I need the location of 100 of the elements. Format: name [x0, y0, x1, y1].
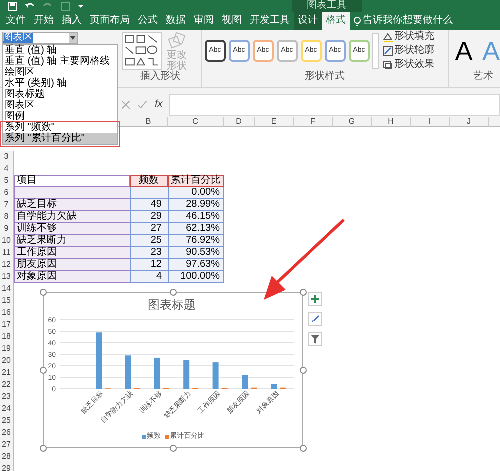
row-header[interactable]: 23 [2, 393, 11, 401]
shapes-gallery-drawing[interactable] [122, 32, 162, 70]
column-header[interactable]: G [348, 118, 356, 126]
chart-styles-button[interactable] [308, 312, 322, 326]
dropdown-icon[interactable] [78, 4, 84, 8]
dropdown-item[interactable]: 图例 [3, 111, 117, 122]
save-icon[interactable] [8, 2, 17, 10]
ribbon-tab[interactable]: 数据 [162, 12, 190, 30]
row-header[interactable]: 25 [2, 417, 11, 425]
column-heading: 项目 [14, 175, 130, 187]
row-header[interactable]: 9 [4, 225, 9, 233]
row-header[interactable]: 27 [2, 441, 11, 449]
insert-function-button[interactable]: fx [155, 97, 163, 112]
bar[interactable] [184, 360, 190, 389]
formula-input[interactable] [168, 94, 500, 116]
row-header[interactable]: 17 [2, 321, 11, 329]
column-header[interactable]: H [388, 118, 394, 126]
row-header[interactable]: 20 [2, 357, 11, 365]
dropdown-item[interactable]: 图表区 [3, 100, 117, 111]
column-header[interactable]: B [146, 118, 152, 126]
row-header[interactable]: 8 [4, 213, 9, 221]
row-header[interactable]: 28 [2, 453, 11, 461]
table-cell: 62.13% [168, 223, 224, 235]
dropdown-item[interactable]: 水平 (类别) 轴 [3, 78, 117, 89]
ribbon-tab[interactable]: 开始 [30, 12, 58, 30]
row-header[interactable]: 14 [2, 285, 11, 293]
row-header[interactable]: 15 [2, 297, 11, 305]
cancel-icon[interactable] [122, 100, 130, 108]
column-header[interactable]: F [310, 118, 316, 126]
bar[interactable] [125, 356, 132, 389]
undo-icon[interactable] [25, 2, 35, 10]
ribbon-tab[interactable]: 格式 [322, 12, 350, 30]
dropdown-item[interactable]: 系列 "累计百分比" [3, 133, 117, 144]
shape-command-button[interactable]: 形状填充 [394, 32, 435, 42]
dropdown-button[interactable] [69, 33, 77, 43]
bar[interactable] [212, 362, 219, 389]
ribbon-tab[interactable]: 公式 [134, 12, 162, 30]
column-header[interactable]: D [236, 118, 242, 126]
row-header[interactable]: 21 [2, 369, 11, 377]
ribbon-tab[interactable]: 插入 [58, 12, 86, 30]
row-header[interactable]: 7 [4, 201, 9, 209]
context-label: 图表工具 [307, 1, 347, 11]
resize-handle[interactable] [40, 289, 47, 296]
dropdown-item[interactable]: 图表标题 [3, 89, 117, 100]
row-header[interactable]: 29 [2, 465, 11, 471]
resize-handle[interactable] [300, 367, 307, 374]
resize-handle[interactable] [300, 289, 307, 296]
lightbulb-icon [354, 16, 361, 26]
row-header[interactable]: 11 [2, 249, 11, 257]
bar[interactable] [242, 375, 248, 389]
shape-command-button[interactable]: 形状轮廓 [394, 46, 435, 56]
ribbon-tab[interactable]: 文件 [2, 12, 30, 30]
ribbon-tab[interactable]: 开发工具 [246, 12, 294, 30]
table-cell: 25 [130, 235, 168, 247]
column-header[interactable]: J [467, 118, 471, 126]
chart-elements-button[interactable] [308, 292, 322, 306]
row-header[interactable]: 22 [2, 381, 11, 389]
bar[interactable] [271, 384, 278, 389]
row-header[interactable]: 3 [4, 153, 9, 161]
wordart-sample[interactable]: A [455, 38, 473, 64]
ribbon-tab[interactable]: 审阅 [190, 12, 218, 30]
resize-handle[interactable] [40, 445, 47, 452]
row-header[interactable]: 6 [4, 189, 9, 197]
column-header[interactable]: I [428, 118, 432, 126]
gallery-scroll-button[interactable] [372, 33, 379, 69]
row-header[interactable]: 4 [4, 165, 9, 173]
row-header[interactable]: 5 [4, 177, 9, 185]
row-header[interactable]: 18 [2, 333, 11, 341]
row-header[interactable]: 13 [2, 273, 11, 281]
group-label: 艺术 [472, 72, 494, 82]
enter-icon[interactable] [138, 100, 147, 108]
row-header[interactable]: 24 [2, 405, 11, 413]
filter-icon [310, 334, 320, 344]
dropdown-item[interactable]: 垂直 (值) 轴 主要网格线 [3, 56, 117, 67]
shape-command-button[interactable]: 形状效果 [394, 60, 435, 70]
ribbon-tab[interactable]: 设计 [294, 12, 322, 30]
dropdown-item[interactable]: 绘图区 [3, 67, 117, 78]
row-header[interactable]: 26 [2, 429, 11, 437]
resize-handle[interactable] [40, 367, 47, 374]
resize-handle[interactable] [300, 445, 307, 452]
ribbon-tab[interactable]: 视图 [218, 12, 246, 30]
selection-box[interactable]: 图表区 [2, 32, 78, 44]
row-header[interactable]: 12 [2, 261, 11, 269]
bar[interactable] [154, 358, 160, 389]
resize-handle[interactable] [170, 289, 177, 296]
table-cell: 27 [130, 223, 168, 235]
row-header[interactable]: 10 [2, 237, 11, 245]
dropdown-item[interactable]: 垂直 (值) 轴 [3, 45, 117, 56]
table-cell: 朋友原因 [14, 259, 130, 271]
dropdown-item[interactable]: 系列 "频数" [3, 122, 117, 133]
ribbon-tab[interactable]: 页面布局 [86, 12, 134, 30]
resize-handle[interactable] [170, 445, 177, 452]
chart-filters-button[interactable] [308, 332, 322, 346]
column-header[interactable]: C [192, 118, 198, 126]
row-header[interactable]: 16 [2, 309, 11, 317]
tell-me-search[interactable]: 告诉我你想要做什么 [363, 16, 453, 26]
pencil-outline-icon [382, 46, 393, 56]
row-header[interactable]: 19 [2, 345, 11, 353]
column-header[interactable]: E [271, 118, 277, 126]
brush-icon [310, 314, 320, 324]
